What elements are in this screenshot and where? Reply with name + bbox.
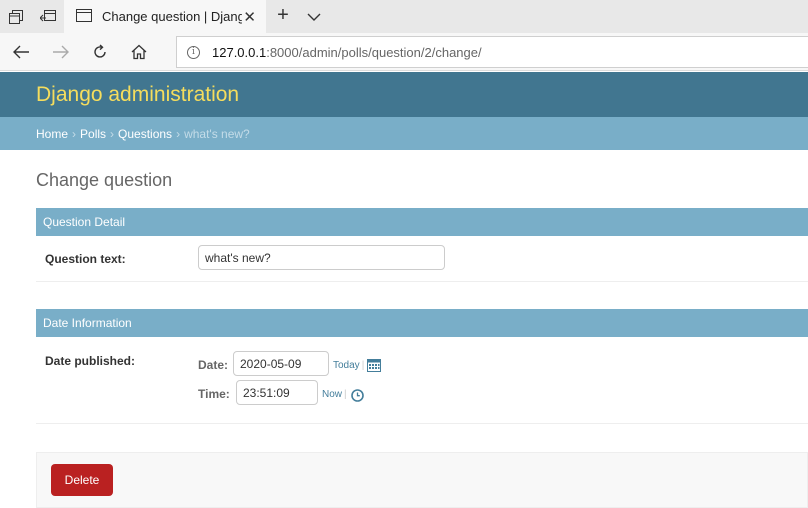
- calendar-icon[interactable]: [367, 358, 381, 372]
- forward-arrow-icon[interactable]: [46, 37, 76, 67]
- tab-actions-icon[interactable]: [0, 0, 32, 33]
- question-text-row: Question text: what's new?: [36, 236, 808, 282]
- tab-title: Change question | Djang: [102, 9, 242, 24]
- breadcrumb: Home › Polls › Questions › what's new?: [0, 117, 808, 150]
- date-published-row: Date published: Date: 2020-05-09 Today | …: [36, 337, 808, 424]
- now-link[interactable]: Now: [322, 389, 342, 400]
- today-link-wrap: Today |: [333, 360, 365, 371]
- date-published-label: Date published:: [45, 354, 136, 368]
- url-text: 127.0.0.1:8000/admin/polls/question/2/ch…: [212, 44, 482, 60]
- question-text-input[interactable]: what's new?: [198, 245, 445, 270]
- breadcrumb-separator: ›: [110, 126, 115, 141]
- date-input[interactable]: 2020-05-09: [233, 351, 329, 376]
- page-icon: [76, 8, 92, 25]
- browser-nav-bar: i 127.0.0.1:8000/admin/polls/question/2/…: [0, 33, 808, 71]
- date-label: Date:: [198, 358, 229, 372]
- address-bar[interactable]: i 127.0.0.1:8000/admin/polls/question/2/…: [176, 36, 808, 68]
- breadcrumb-home[interactable]: Home: [36, 127, 68, 141]
- browser-tab-bar: Change question | Djang ✕ +: [0, 0, 808, 33]
- breadcrumb-separator: ›: [72, 126, 77, 141]
- page-title: Change question: [36, 170, 173, 190]
- breadcrumb-polls[interactable]: Polls: [80, 127, 106, 141]
- plus-icon[interactable]: +: [272, 4, 294, 27]
- delete-button[interactable]: Delete: [51, 464, 113, 496]
- site-header: Django administration: [0, 72, 808, 117]
- breadcrumb-separator: ›: [176, 126, 181, 141]
- clock-icon[interactable]: [351, 389, 364, 402]
- site-brand[interactable]: Django administration: [36, 83, 239, 107]
- info-icon[interactable]: i: [187, 45, 200, 59]
- back-arrow-icon[interactable]: [6, 37, 36, 67]
- breadcrumb-current: what's new?: [184, 126, 250, 141]
- submit-row: Delete: [36, 452, 808, 508]
- close-icon[interactable]: ✕: [243, 8, 256, 26]
- time-label: Time:: [198, 387, 230, 401]
- browser-tab[interactable]: Change question | Djang ✕: [64, 0, 266, 33]
- refresh-icon[interactable]: [85, 37, 115, 67]
- chevron-down-icon[interactable]: [304, 7, 326, 27]
- today-link[interactable]: Today: [333, 360, 360, 371]
- date-information-heading: Date Information: [36, 309, 808, 337]
- now-link-wrap: Now |: [322, 389, 347, 400]
- time-input[interactable]: 23:51:09: [236, 380, 318, 405]
- home-icon[interactable]: [124, 37, 154, 67]
- set-aside-tabs-icon[interactable]: [32, 0, 64, 33]
- question-detail-heading: Question Detail: [36, 208, 808, 236]
- breadcrumb-questions[interactable]: Questions: [118, 127, 172, 141]
- question-text-label: Question text:: [45, 252, 126, 266]
